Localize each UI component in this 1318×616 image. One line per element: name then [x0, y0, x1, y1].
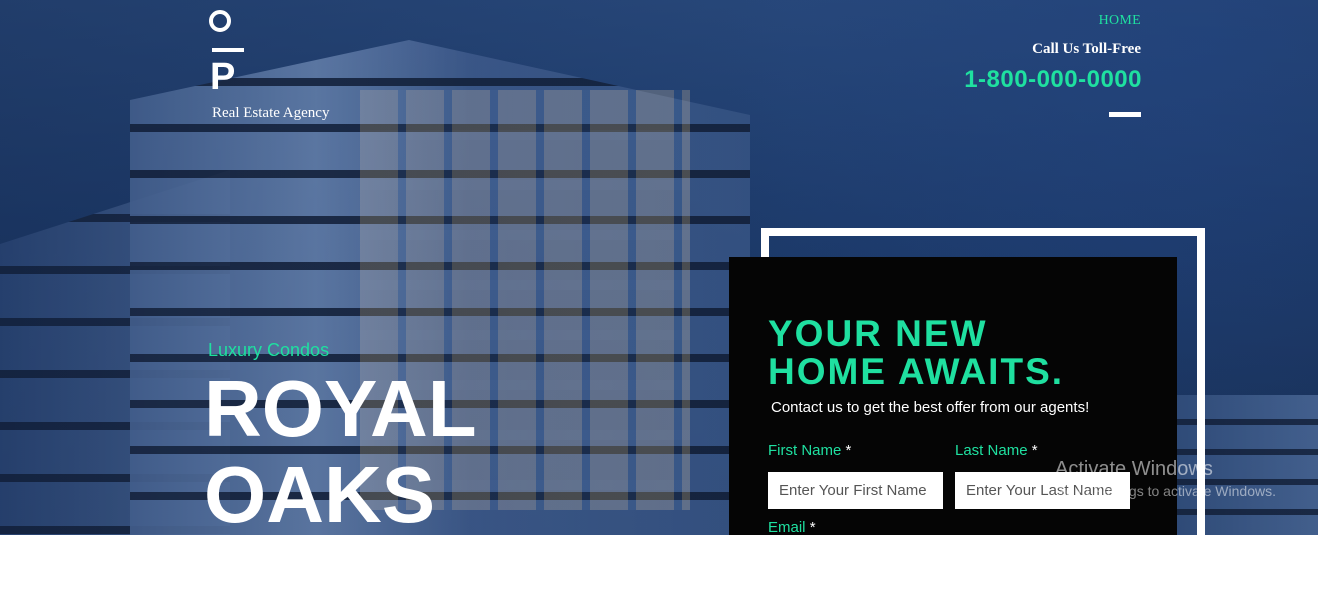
- form-heading: YOUR NEW HOME AWAITS.: [768, 315, 1064, 391]
- last-name-label-text: Last Name: [955, 442, 1028, 459]
- hero-title-line1: ROYAL: [204, 364, 477, 453]
- required-marker: *: [809, 519, 816, 535]
- activate-windows-title: Activate Windows: [1055, 458, 1213, 480]
- toll-free-label: Call Us Toll-Free: [1032, 41, 1141, 57]
- nav-home-link[interactable]: HOME: [1099, 13, 1141, 29]
- logo-divider: [212, 48, 244, 52]
- last-name-label: Last Name *: [955, 442, 1038, 459]
- required-marker: *: [1031, 442, 1038, 459]
- form-heading-line2: HOME AWAITS.: [768, 351, 1065, 392]
- logo-tagline: Real Estate Agency: [212, 105, 330, 121]
- form-subheading: Contact us to get the best offer from ou…: [771, 399, 1090, 416]
- phone-number[interactable]: 1-800-000-0000: [964, 66, 1142, 94]
- email-label: Email *: [768, 519, 816, 535]
- hero-section: P Real Estate Agency HOME Call Us Toll-F…: [0, 0, 1318, 535]
- form-heading-line1: YOUR NEW: [768, 313, 988, 354]
- logo-letter-p: P: [210, 56, 236, 98]
- email-label-text: Email: [768, 519, 806, 535]
- phone-divider: [1109, 112, 1141, 117]
- hero-title: ROYAL OAKS: [204, 364, 477, 536]
- hero-subtitle: Luxury Condos: [208, 340, 330, 360]
- hero-title-line2: OAKS: [204, 450, 436, 536]
- first-name-label-text: First Name: [768, 442, 842, 459]
- first-name-label: First Name *: [768, 442, 851, 459]
- required-marker: *: [845, 442, 852, 459]
- logo-letter-o: [209, 10, 231, 32]
- activate-windows-subtitle: Go to Settings to activate Windows.: [1055, 483, 1276, 499]
- first-name-input[interactable]: [768, 472, 943, 509]
